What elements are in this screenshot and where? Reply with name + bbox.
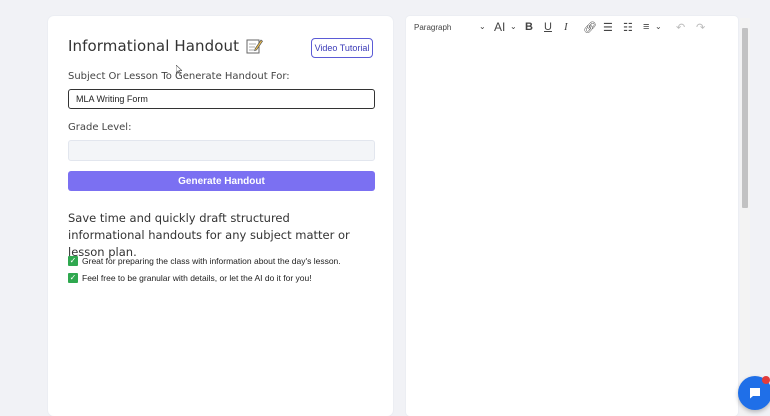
video-tutorial-button[interactable]: Video Tutorial — [311, 38, 373, 58]
check-icon: ✓ — [68, 273, 78, 283]
grade-label: Grade Level: — [68, 122, 132, 133]
editor-toolbar: Paragraph ⌄ AI ⌄ B U I 🔗︎ ☰ ☷ ≡ ⌄ ↶ ↷ — [406, 16, 738, 38]
align-icon[interactable]: ≡ — [643, 21, 649, 33]
scrollbar[interactable] — [740, 18, 750, 416]
subject-input[interactable] — [68, 89, 375, 109]
check-icon: ✓ — [68, 256, 78, 266]
scroll-thumb[interactable] — [742, 28, 748, 208]
generate-handout-button[interactable]: Generate Handout — [68, 171, 375, 191]
underline-icon[interactable]: U — [544, 21, 552, 33]
list-item: ✓ Feel free to be granular with details,… — [68, 273, 312, 283]
mouse-cursor-icon — [176, 65, 182, 75]
title-row: Informational Handout — [68, 37, 264, 55]
paragraph-select[interactable]: Paragraph — [414, 23, 451, 32]
bullet-list-icon[interactable]: ☰ — [603, 21, 613, 34]
bullet-text: Feel free to be granular with details, o… — [82, 273, 312, 283]
grade-level-input[interactable] — [68, 140, 375, 161]
description-text: Save time and quickly draft structured i… — [68, 211, 350, 259]
link-icon[interactable]: 🔗︎ — [583, 21, 597, 34]
undo-icon[interactable]: ↶ — [676, 21, 685, 34]
bold-icon[interactable]: B — [525, 21, 533, 33]
editor-card: Paragraph ⌄ AI ⌄ B U I 🔗︎ ☰ ☷ ≡ ⌄ ↶ ↷ — [406, 16, 738, 416]
redo-icon[interactable]: ↷ — [696, 21, 705, 34]
chevron-down-icon[interactable]: ⌄ — [479, 22, 486, 31]
list-item: ✓ Great for preparing the class with inf… — [68, 256, 341, 266]
handout-form-card: Informational Handout Video Tutorial Sub… — [48, 16, 393, 416]
note-edit-icon — [246, 39, 264, 54]
chevron-down-icon[interactable]: ⌄ — [655, 22, 662, 31]
bullet-text: Great for preparing the class with infor… — [82, 256, 341, 266]
numbered-list-icon[interactable]: ☷ — [623, 21, 633, 34]
page-title: Informational Handout — [68, 37, 240, 55]
ai-button[interactable]: AI — [494, 20, 505, 34]
chevron-down-icon[interactable]: ⌄ — [510, 22, 517, 31]
italic-icon[interactable]: I — [564, 21, 568, 33]
chat-icon — [750, 388, 760, 399]
notification-dot — [762, 376, 770, 384]
